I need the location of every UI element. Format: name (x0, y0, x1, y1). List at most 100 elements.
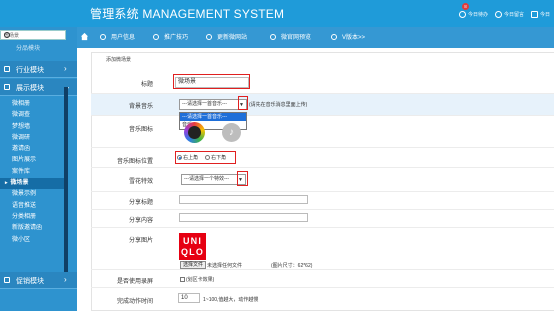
nav-user-info[interactable]: 用户信息 (100, 32, 135, 41)
share-content-input[interactable] (179, 213, 308, 222)
snow-label: 雪花特效 (128, 179, 153, 185)
snow-arrow-highlight (237, 171, 248, 186)
nav-label: V版本>> (342, 35, 366, 41)
finish-time-input[interactable]: 10 (178, 293, 200, 303)
share-title-input[interactable] (179, 195, 308, 204)
module-label: 行业模块 (16, 67, 44, 74)
sidebar-item[interactable]: 分类相册 (0, 212, 64, 223)
sidebar-item[interactable]: 微小区 (0, 235, 64, 246)
checkbox-box[interactable] (180, 277, 185, 282)
music-note-icon[interactable]: ♪ (222, 123, 241, 142)
title-highlight (173, 74, 250, 89)
sidebar-submenu: 微相册 微调查 梦想墙 微调研 邀请函 图片展示 案件库 微场景 微景示例 语音… (0, 99, 64, 246)
share-content-label: 分享内容 (128, 218, 153, 224)
sidebar-item[interactable]: 语音推送 (0, 201, 64, 212)
sidebar-item-active[interactable]: 微场景 (0, 178, 64, 190)
form-row-loop (91, 270, 554, 288)
form-row-title (91, 70, 554, 94)
sidebar-search-input[interactable]: 微场景 (0, 30, 66, 40)
music-disc-icon[interactable] (184, 122, 205, 143)
form-row-share-content (91, 210, 554, 228)
page-title: 添加微场景 (106, 57, 132, 63)
image-size-hint: (图片尺寸：62*62) (271, 263, 313, 269)
sidebar-item[interactable]: 邀请函 (0, 144, 64, 155)
bg-music-value: ---请选择一首音乐--- (182, 101, 227, 107)
nav-label: 更新微网站 (217, 35, 248, 41)
sidebar-module-promo[interactable]: 促销模块 › (0, 272, 77, 289)
icon-position-label: 音乐图标位置 (116, 159, 153, 165)
message-icon (494, 11, 502, 18)
title-label: 标题 (140, 82, 153, 88)
header-tools: 8 今日待办 今日留言 今日 (458, 3, 550, 18)
snow-value: ---请选择一个特效--- (184, 176, 229, 182)
home-icon[interactable] (80, 32, 89, 41)
sidebar-item[interactable]: 图片展示 (0, 155, 64, 166)
bg-music-select[interactable]: ---请选择一首音乐--- ▼ (179, 99, 247, 110)
send-icon (153, 33, 159, 40)
bg-music-label: 背景音乐 (128, 104, 153, 110)
share-image-label: 分享图片 (128, 238, 153, 244)
sidebar-item[interactable]: 微调查 (0, 110, 64, 121)
chevron-right-icon: › (64, 275, 67, 284)
radio-dot[interactable] (205, 155, 210, 160)
sidebar-item[interactable]: 案件库 (0, 167, 64, 178)
today-link[interactable]: 今日 (530, 3, 550, 18)
messages-label: 今日留言 (503, 12, 524, 18)
form-row-snow (91, 168, 554, 192)
todo-label: 今日待办 (467, 12, 488, 18)
top-header: 管理系统 MANAGEMENT SYSTEM 8 今日待办 今日留言 今日 (0, 0, 554, 27)
form-row-bg-music (91, 94, 554, 116)
sidebar-scrollbar[interactable] (64, 87, 68, 283)
checkbox-label: (划区卡效果) (186, 277, 215, 283)
version-icon (331, 33, 337, 40)
nav-update-site[interactable]: 更新微网站 (206, 32, 247, 41)
sidebar-item[interactable]: 梦想墙 (0, 122, 64, 133)
grid-icon (4, 66, 10, 72)
today-label: 今日 (539, 12, 550, 18)
user-icon (100, 33, 106, 40)
loop-checkbox[interactable]: (划区卡效果) (180, 276, 214, 283)
share-title-label: 分享标题 (128, 200, 153, 206)
nav-label: 推广技巧 (164, 35, 189, 41)
grid-icon (530, 11, 538, 18)
loop-label: 是否使用录屏 (116, 279, 153, 285)
nav-promo-tips[interactable]: 推广技巧 (153, 32, 188, 41)
finish-time-label: 完成动作时间 (116, 299, 153, 305)
nav-label: 用户信息 (111, 35, 136, 41)
music-icon-label: 音乐图标 (128, 127, 153, 133)
todo-link[interactable]: 8 今日待办 (458, 3, 488, 18)
form-row-icon-position (91, 148, 554, 168)
module-label: 促销模块 (16, 278, 44, 285)
sidebar-item[interactable]: 微调研 (0, 133, 64, 144)
sidebar-item[interactable]: 微相册 (0, 99, 64, 110)
cart-icon (4, 277, 10, 283)
radio-dot[interactable] (177, 155, 182, 160)
choose-file-button[interactable]: 选择文件 (180, 261, 207, 269)
sidebar-item-cut[interactable]: 分品模块 (16, 43, 40, 52)
form-row-share-image (91, 228, 554, 270)
form-row-music-icon (91, 116, 554, 148)
bg-music-arrow-highlight (238, 96, 248, 110)
todo-badge: 8 (461, 3, 469, 10)
bg-music-hint: (请先在音乐消息里面上传) (249, 102, 308, 108)
user-icon (458, 11, 466, 18)
finish-time-hint: 1~100,值越大，动作越慢 (203, 297, 259, 303)
module-label: 展示模块 (16, 85, 44, 92)
eye-icon (270, 33, 276, 40)
radio-bottom-right[interactable]: 右下角 (205, 154, 226, 161)
search-icon[interactable] (4, 32, 10, 38)
globe-icon (206, 33, 212, 40)
nav-site-preview[interactable]: 微官网预览 (270, 32, 311, 41)
nav-version[interactable]: V版本>> (331, 32, 365, 41)
sidebar-module-industry[interactable]: 行业模块 › (0, 61, 77, 78)
form-row-share-title (91, 192, 554, 210)
app-title: 管理系统 MANAGEMENT SYSTEM (90, 7, 285, 21)
nav-label: 微官网预览 (281, 35, 312, 41)
radio-top-right[interactable]: 右上角 (177, 154, 198, 161)
no-file-text: 未选择任何文件 (207, 263, 243, 269)
sidebar-item[interactable]: 新版邀请函 (0, 223, 64, 234)
share-image-preview: UNI QLO (179, 233, 206, 260)
sidebar-item[interactable]: 微景示例 (0, 189, 64, 200)
chevron-right-icon: › (64, 64, 67, 73)
messages-link[interactable]: 今日留言 (494, 3, 524, 18)
